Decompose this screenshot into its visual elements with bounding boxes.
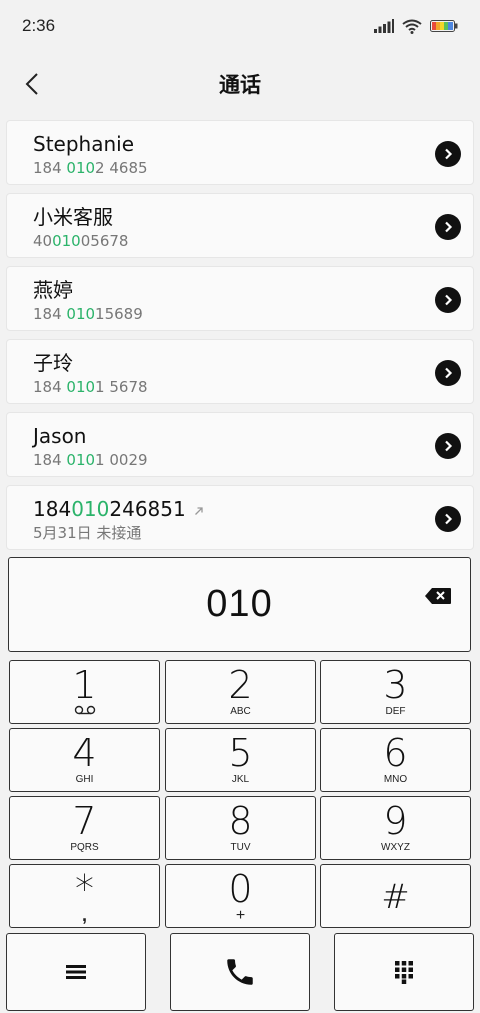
contact-item[interactable]: Stephanie 184 0102 4685 [6,120,474,185]
wifi-icon [402,19,422,34]
key-4[interactable]: 4 GHI [9,728,160,792]
chevron-right-icon [445,221,453,233]
status-icons [374,19,458,34]
key-digit: 6 [383,731,408,775]
key-1[interactable]: 1 [9,660,160,724]
call-log-status: 5月31日 未接通 [33,524,142,542]
call-button[interactable] [170,933,310,1011]
status-bar: 2:36 [0,0,480,52]
contact-detail-button[interactable] [435,433,461,459]
key-digit: 9 [383,799,408,843]
key-digit: # [381,877,410,917]
backspace-button[interactable] [422,584,454,608]
outgoing-arrow-icon [194,506,203,515]
page-title: 通话 [219,73,261,97]
contact-name: 子玲 [33,351,73,375]
contact-item[interactable]: 子玲 184 0101 5678 [6,339,474,404]
key-digit: 7 [72,799,97,843]
key-5[interactable]: 5 JKL [165,728,316,792]
contact-detail-button[interactable] [435,506,461,532]
contact-detail-button[interactable] [435,360,461,386]
call-log-number: 184010246851 [33,496,473,522]
key-letters: , [81,905,87,925]
key-digit: 4 [72,731,97,775]
contact-number: 184 0101 5678 [33,378,148,396]
dial-display[interactable]: 010 [8,557,471,652]
chevron-right-icon [445,294,453,306]
contact-name: 小米客服 [33,205,113,229]
key-letters: DEF [385,706,406,717]
signal-icon [374,19,394,33]
key-star[interactable]: * , [9,864,160,928]
chevron-right-icon [445,440,453,452]
key-letters: TUV [230,842,251,853]
key-digit: 0 [228,867,253,911]
battery-icon [430,20,458,32]
backspace-icon [425,588,451,604]
key-letters: MNO [383,774,408,785]
key-letters: + [235,907,246,924]
contact-name: Stephanie [33,132,135,156]
key-digit: 3 [383,663,408,707]
header: 通话 [0,52,480,116]
contact-item[interactable]: 燕婷 184 01015689 [6,266,474,331]
contact-list: Stephanie 184 0102 4685 小米客服 4001005678 … [6,120,474,558]
contact-detail-button[interactable] [435,141,461,167]
key-8[interactable]: 8 TUV [165,796,316,860]
contact-detail-button[interactable] [435,287,461,313]
contact-number: 4001005678 [33,232,129,250]
chevron-right-icon [445,148,453,160]
key-6[interactable]: 6 MNO [320,728,471,792]
contact-number: 184 0101 0029 [33,451,148,469]
key-7[interactable]: 7 PQRS [9,796,160,860]
call-log-item[interactable]: 184010246851 5月31日 未接通 [6,485,474,550]
dialpad-icon [395,961,413,984]
key-2[interactable]: 2 ABC [165,660,316,724]
menu-icon [66,965,86,979]
phone-icon [227,959,253,985]
key-letters: WXYZ [381,842,410,853]
chevron-right-icon [445,367,453,379]
key-letters: GHI [75,774,94,785]
key-hash[interactable]: # [320,864,471,928]
key-digit: 5 [228,731,253,775]
key-letters: JKL [231,774,250,785]
menu-button[interactable] [6,933,146,1011]
back-button[interactable] [12,64,52,104]
chevron-left-icon [25,73,38,95]
chevron-right-icon [445,513,453,525]
key-digit: 2 [228,663,253,707]
dialpad-toggle-button[interactable] [334,933,474,1011]
contact-number: 184 01015689 [33,305,143,323]
key-9[interactable]: 9 WXYZ [320,796,471,860]
key-letters: PQRS [70,842,99,853]
key-digit: * [75,867,94,911]
key-digit: 8 [228,799,253,843]
key-0[interactable]: 0 + [165,864,316,928]
contact-name: 燕婷 [33,278,73,302]
key-digit: 1 [72,663,97,707]
status-time: 2:36 [22,16,56,35]
contact-item[interactable]: 小米客服 4001005678 [6,193,474,258]
key-3[interactable]: 3 DEF [320,660,471,724]
key-letters: ABC [230,706,251,717]
contact-number: 184 0102 4685 [33,159,148,177]
contact-detail-button[interactable] [435,214,461,240]
contact-item[interactable]: Jason 184 0101 0029 [6,412,474,477]
dialed-number: 010 [206,583,273,625]
bottom-action-bar [6,933,474,1011]
contact-name: Jason [33,424,87,448]
